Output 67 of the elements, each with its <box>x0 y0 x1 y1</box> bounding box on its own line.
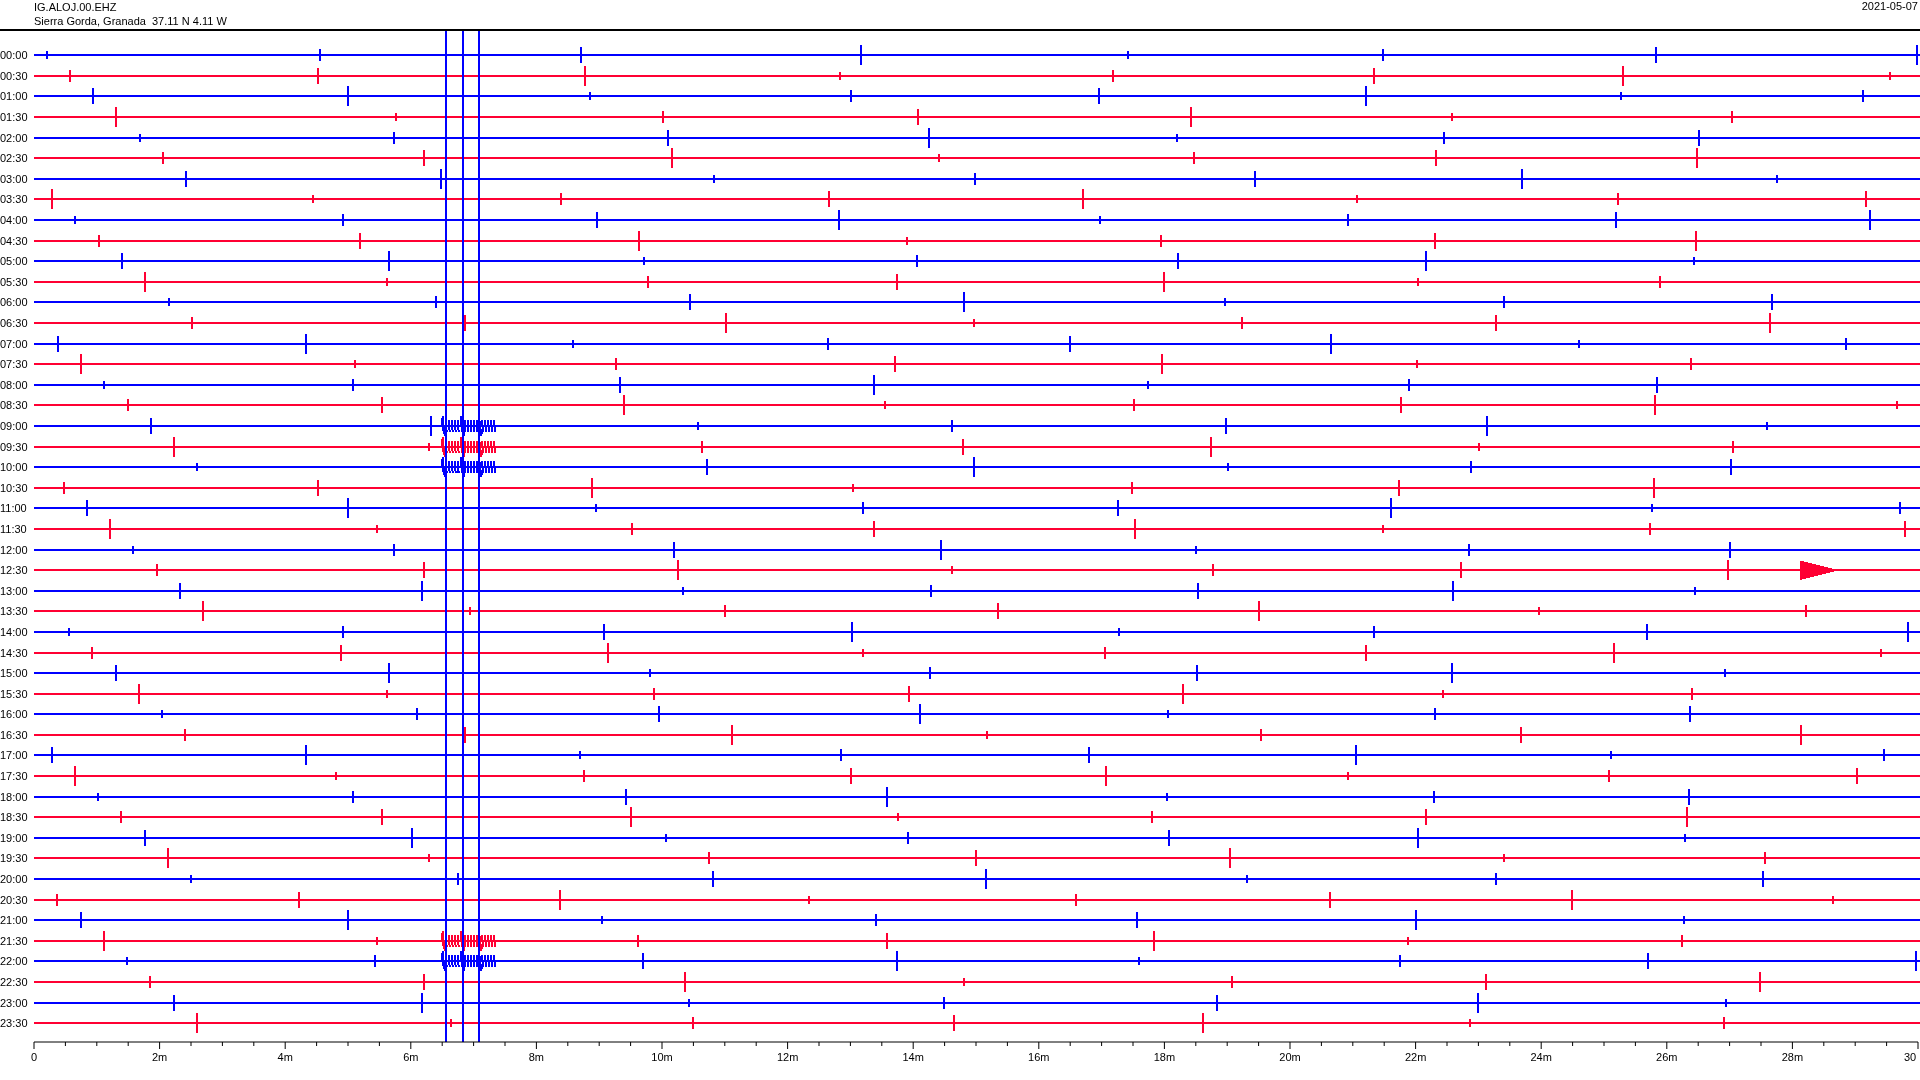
time-label: 09:30 <box>0 440 29 453</box>
axis-tick-label: 10m <box>651 1050 673 1063</box>
time-label: 13:30 <box>0 605 29 618</box>
time-label: 22:30 <box>0 976 29 988</box>
time-label: 00:30 <box>0 69 29 82</box>
time-label: 20:30 <box>0 893 29 906</box>
time-label: 10:00 <box>0 461 29 474</box>
axis-tick-label: 26m <box>1656 1050 1678 1063</box>
time-label: 02:00 <box>0 131 29 144</box>
axis-tick-label: 6m <box>403 1050 419 1063</box>
time-label: 06:00 <box>0 296 29 309</box>
axis-tick-label: 4m <box>277 1050 293 1063</box>
time-label: 21:00 <box>0 914 29 927</box>
time-label: 07:30 <box>0 358 29 371</box>
time-label: 01:00 <box>0 90 29 103</box>
time-label: 09:00 <box>0 420 29 432</box>
axis-tick-label: 12m <box>776 1050 799 1063</box>
axis-tick-label: 8m <box>528 1050 545 1063</box>
time-label: 11:00 <box>0 502 28 515</box>
axis-tick-label: 16m <box>1028 1050 1050 1063</box>
time-label: 11:30 <box>0 522 28 535</box>
axis-tick-label: 22m <box>1404 1050 1427 1063</box>
time-label: 05:00 <box>0 255 29 268</box>
time-label: 08:30 <box>0 399 29 412</box>
axis-tick-label: 20m <box>1279 1050 1301 1063</box>
time-label: 01:30 <box>0 111 29 124</box>
time-label: 22:00 <box>0 955 29 968</box>
record-date: 2021-05-07 <box>1861 0 1918 14</box>
time-label: 02:30 <box>0 152 29 165</box>
axis-tick-label: 2m <box>151 1050 168 1063</box>
axis-tick-label: 30 <box>1903 1050 1917 1063</box>
time-label: 20:00 <box>0 873 29 886</box>
time-label: 23:30 <box>0 1017 29 1030</box>
time-label: 06:30 <box>0 317 29 329</box>
time-label: 12:30 <box>0 564 29 577</box>
time-label: 16:00 <box>0 708 29 721</box>
time-label: 04:30 <box>0 234 29 247</box>
time-label: 17:30 <box>0 770 29 783</box>
time-label: 16:30 <box>0 728 29 741</box>
time-label: 23:00 <box>0 996 29 1009</box>
station-code: IG.ALOJ.00.EHZ <box>34 0 118 14</box>
time-label: 13:00 <box>0 584 29 597</box>
time-label: 12:00 <box>0 543 29 556</box>
time-label: 15:00 <box>0 667 29 680</box>
time-label: 19:30 <box>0 852 29 865</box>
axis-tick-label: 0 <box>30 1050 38 1063</box>
time-label: 03:30 <box>0 193 29 206</box>
time-label: 05:30 <box>0 275 29 288</box>
station-location: Sierra Gorda, Granada 37.11 N 4.11 W <box>34 14 227 28</box>
time-label: 18:00 <box>0 790 29 803</box>
time-label: 00:00 <box>0 49 29 62</box>
time-label: 08:00 <box>0 378 29 391</box>
time-label: 14:00 <box>0 625 29 638</box>
time-label: 10:30 <box>0 481 29 494</box>
time-label: 15:30 <box>0 687 29 700</box>
time-label: 21:30 <box>0 934 29 947</box>
time-label: 17:00 <box>0 749 29 762</box>
time-label: 07:00 <box>0 337 29 350</box>
time-label: 19:00 <box>0 831 29 844</box>
axis-tick-label: 14m <box>902 1050 924 1063</box>
axis-tick-label: 28m <box>1781 1050 1804 1063</box>
axis-tick-label: 24m <box>1530 1050 1552 1063</box>
time-label: 14:30 <box>0 646 29 659</box>
time-label: 04:00 <box>0 214 29 227</box>
time-label: 03:00 <box>0 172 29 185</box>
axis-tick-label: 18m <box>1153 1050 1176 1063</box>
time-label: 18:30 <box>0 811 29 824</box>
